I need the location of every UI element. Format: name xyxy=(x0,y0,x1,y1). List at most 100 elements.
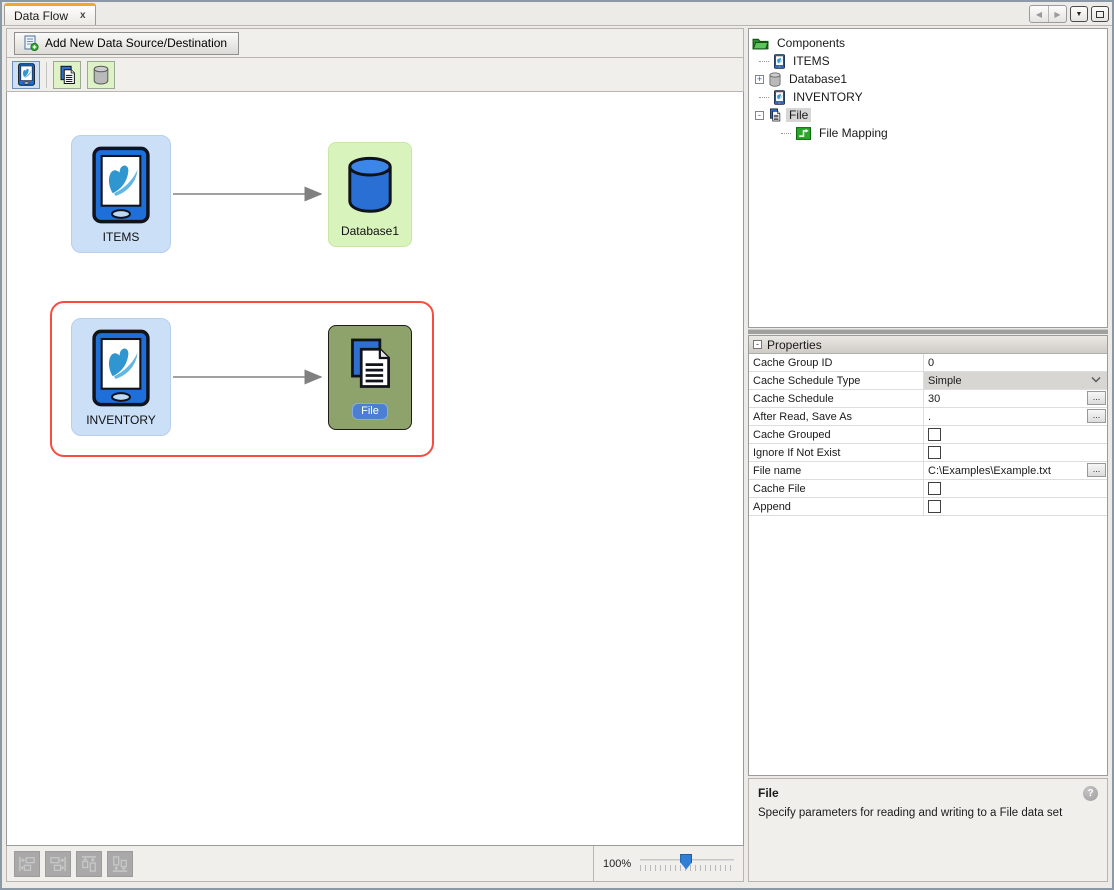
tab-scroll-left-icon[interactable]: ◀ xyxy=(1030,6,1048,22)
property-dropdown[interactable]: Simple xyxy=(924,372,1107,389)
inspector-pane: Components ITEMS + Database1 INVENTORY xyxy=(748,28,1108,882)
palette-file-button[interactable] xyxy=(53,61,81,89)
checkbox[interactable] xyxy=(928,428,941,441)
mobile-data-source-icon xyxy=(774,54,785,69)
property-row-cache-grouped[interactable]: Cache Grouped xyxy=(749,426,1107,444)
tab-scroll-right-icon[interactable]: ▶ xyxy=(1048,6,1066,22)
database-destination-icon xyxy=(93,65,109,85)
tree-item-inventory[interactable]: INVENTORY xyxy=(752,88,1104,106)
node-inventory[interactable]: INVENTORY xyxy=(71,318,171,436)
property-label: Cache Group ID xyxy=(749,354,924,371)
tab-data-flow[interactable]: Data Flow x xyxy=(4,3,96,25)
zoom-level: 100% xyxy=(603,858,631,870)
tab-label: Data Flow xyxy=(14,9,68,23)
property-label: Append xyxy=(749,498,924,515)
property-row-cache-file[interactable]: Cache File xyxy=(749,480,1107,498)
palette-database-button[interactable] xyxy=(87,61,115,89)
mapping-icon xyxy=(796,126,811,141)
align-buttons xyxy=(7,846,593,881)
align-bottom-button[interactable] xyxy=(107,851,133,877)
checkbox[interactable] xyxy=(928,500,941,513)
browse-ellipsis-button[interactable]: ... xyxy=(1087,391,1106,405)
tree-item-file-mapping[interactable]: File Mapping xyxy=(752,124,1104,142)
toolbar-separator xyxy=(46,62,47,88)
help-icon[interactable]: ? xyxy=(1083,786,1098,801)
browse-ellipsis-button[interactable]: ... xyxy=(1087,409,1106,423)
property-row-ignore-if-not-exist[interactable]: Ignore If Not Exist xyxy=(749,444,1107,462)
align-right-button[interactable] xyxy=(45,851,71,877)
property-value-field xyxy=(924,498,1107,515)
properties-panel: - Properties Cache Group ID 0 Cache Sche… xyxy=(748,335,1108,776)
align-top-icon xyxy=(81,855,97,873)
property-value-field[interactable]: C:\Examples\Example.txt ... xyxy=(924,462,1107,479)
align-left-icon xyxy=(18,856,36,872)
database-icon xyxy=(346,156,394,213)
tree-label: File Mapping xyxy=(816,126,891,140)
chevron-down-icon xyxy=(1091,376,1101,383)
palette-toolbar xyxy=(6,58,744,92)
file-icon xyxy=(769,108,781,122)
collapse-minus-icon[interactable]: - xyxy=(755,111,764,120)
properties-title: Properties xyxy=(767,338,822,352)
tab-list-button[interactable]: ▼ xyxy=(1070,6,1088,22)
tree-item-items[interactable]: ITEMS xyxy=(752,52,1104,70)
property-value-field xyxy=(924,480,1107,497)
browse-ellipsis-button[interactable]: ... xyxy=(1087,463,1106,477)
chevron-down-icon: ▼ xyxy=(1076,11,1083,18)
tree-item-file[interactable]: - File xyxy=(752,106,1104,124)
node-label: INVENTORY xyxy=(86,413,156,427)
description-title: File xyxy=(758,786,1098,800)
checkbox[interactable] xyxy=(928,482,941,495)
property-row-cache-schedule[interactable]: Cache Schedule 30 ... xyxy=(749,390,1107,408)
expand-plus-icon[interactable]: + xyxy=(755,75,764,84)
field-value: . xyxy=(928,411,931,423)
flow-canvas[interactable]: ITEMS Database1 INVENTORY File xyxy=(6,92,744,846)
mobile-data-source-icon xyxy=(92,146,150,224)
property-value-field xyxy=(924,426,1107,443)
align-left-button[interactable] xyxy=(14,851,40,877)
panel-splitter[interactable] xyxy=(748,329,1108,334)
property-label: Cache File xyxy=(749,480,924,497)
field-value: C:\Examples\Example.txt xyxy=(928,465,1051,477)
property-value-field[interactable]: 0 xyxy=(924,354,1107,371)
description-text: Specify parameters for reading and writi… xyxy=(758,807,1098,819)
property-row-append[interactable]: Append xyxy=(749,498,1107,516)
node-file[interactable]: File xyxy=(328,325,412,430)
property-row-cache-schedule-type[interactable]: Cache Schedule Type Simple xyxy=(749,372,1107,390)
zoom-slider[interactable] xyxy=(640,852,734,876)
zoom-control: 100% xyxy=(593,846,743,881)
node-database1[interactable]: Database1 xyxy=(328,142,412,247)
components-tree[interactable]: Components ITEMS + Database1 INVENTORY xyxy=(748,28,1108,328)
property-value-field[interactable]: 30 ... xyxy=(924,390,1107,407)
property-row-file-name[interactable]: File name C:\Examples\Example.txt ... xyxy=(749,462,1107,480)
property-value-field[interactable]: . ... xyxy=(924,408,1107,425)
main-area: Add New Data Source/Destination xyxy=(2,26,1112,888)
tree-item-database1[interactable]: + Database1 xyxy=(752,70,1104,88)
properties-filler xyxy=(749,516,1107,775)
maximize-button[interactable] xyxy=(1091,6,1109,22)
mobile-data-source-icon xyxy=(774,90,785,105)
tab-close-icon[interactable]: x xyxy=(80,10,86,21)
property-row-after-read-save-as[interactable]: After Read, Save As . ... xyxy=(749,408,1107,426)
tree-label: ITEMS xyxy=(790,54,833,68)
tree-root-components[interactable]: Components xyxy=(752,34,1104,52)
dropdown-value: Simple xyxy=(928,375,962,387)
file-badge: File xyxy=(352,403,388,420)
designer-pane: Add New Data Source/Destination xyxy=(6,28,744,882)
top-toolbar: Add New Data Source/Destination xyxy=(6,28,744,58)
collapse-minus-icon[interactable]: - xyxy=(753,340,762,349)
property-label: Ignore If Not Exist xyxy=(749,444,924,461)
add-data-source-button[interactable]: Add New Data Source/Destination xyxy=(14,32,239,55)
checkbox[interactable] xyxy=(928,446,941,459)
node-items[interactable]: ITEMS xyxy=(71,135,171,253)
property-label: Cache Schedule Type xyxy=(749,372,924,389)
property-row-cache-group-id[interactable]: Cache Group ID 0 xyxy=(749,354,1107,372)
add-document-icon xyxy=(23,35,39,51)
tree-label: Database1 xyxy=(786,72,850,86)
description-panel: File ? Specify parameters for reading an… xyxy=(748,778,1108,882)
property-label: After Read, Save As xyxy=(749,408,924,425)
align-top-button[interactable] xyxy=(76,851,102,877)
palette-mobile-button[interactable] xyxy=(12,61,40,89)
property-label: File name xyxy=(749,462,924,479)
property-label: Cache Schedule xyxy=(749,390,924,407)
